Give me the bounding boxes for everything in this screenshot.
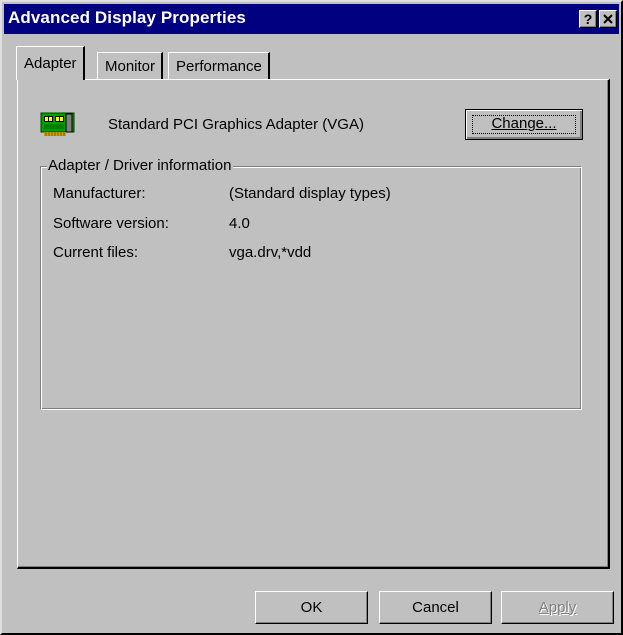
tab-adapter[interactable]: Adapter (16, 46, 85, 80)
adapter-driver-info-group: Adapter / Driver information Manufacture… (40, 157, 582, 410)
manufacturer-label: Manufacturer: (53, 185, 146, 202)
title-bar[interactable]: Advanced Display Properties ? (4, 4, 619, 34)
manufacturer-value: (Standard display types) (229, 185, 391, 202)
cancel-button[interactable]: Cancel (379, 591, 492, 624)
close-button[interactable] (599, 10, 617, 28)
tab-panel-adapter: Standard PCI Graphics Adapter (VGA) Chan… (17, 79, 610, 569)
current-files-value: vga.drv,*vdd (229, 244, 312, 261)
display-adapter-card-icon (40, 112, 75, 136)
group-legend: Adapter / Driver information (47, 157, 234, 174)
tab-performance[interactable]: Performance (168, 52, 270, 80)
software-version-value: 4.0 (229, 215, 250, 232)
change-button[interactable]: Change... (465, 109, 583, 140)
change-button-label: Change... (491, 115, 557, 132)
apply-button-label: Apply (538, 599, 577, 616)
tab-monitor[interactable]: Monitor (97, 52, 164, 80)
advanced-display-properties-dialog: Advanced Display Properties ? Adapter Mo… (0, 0, 623, 635)
adapter-name: Standard PCI Graphics Adapter (VGA) (108, 116, 364, 133)
help-button[interactable]: ? (579, 10, 597, 28)
ok-button[interactable]: OK (255, 591, 368, 624)
close-icon (603, 14, 613, 24)
window-title: Advanced Display Properties (8, 8, 246, 27)
software-version-label: Software version: (53, 215, 169, 232)
current-files-label: Current files: (53, 244, 139, 261)
apply-button[interactable]: Apply (501, 591, 614, 624)
